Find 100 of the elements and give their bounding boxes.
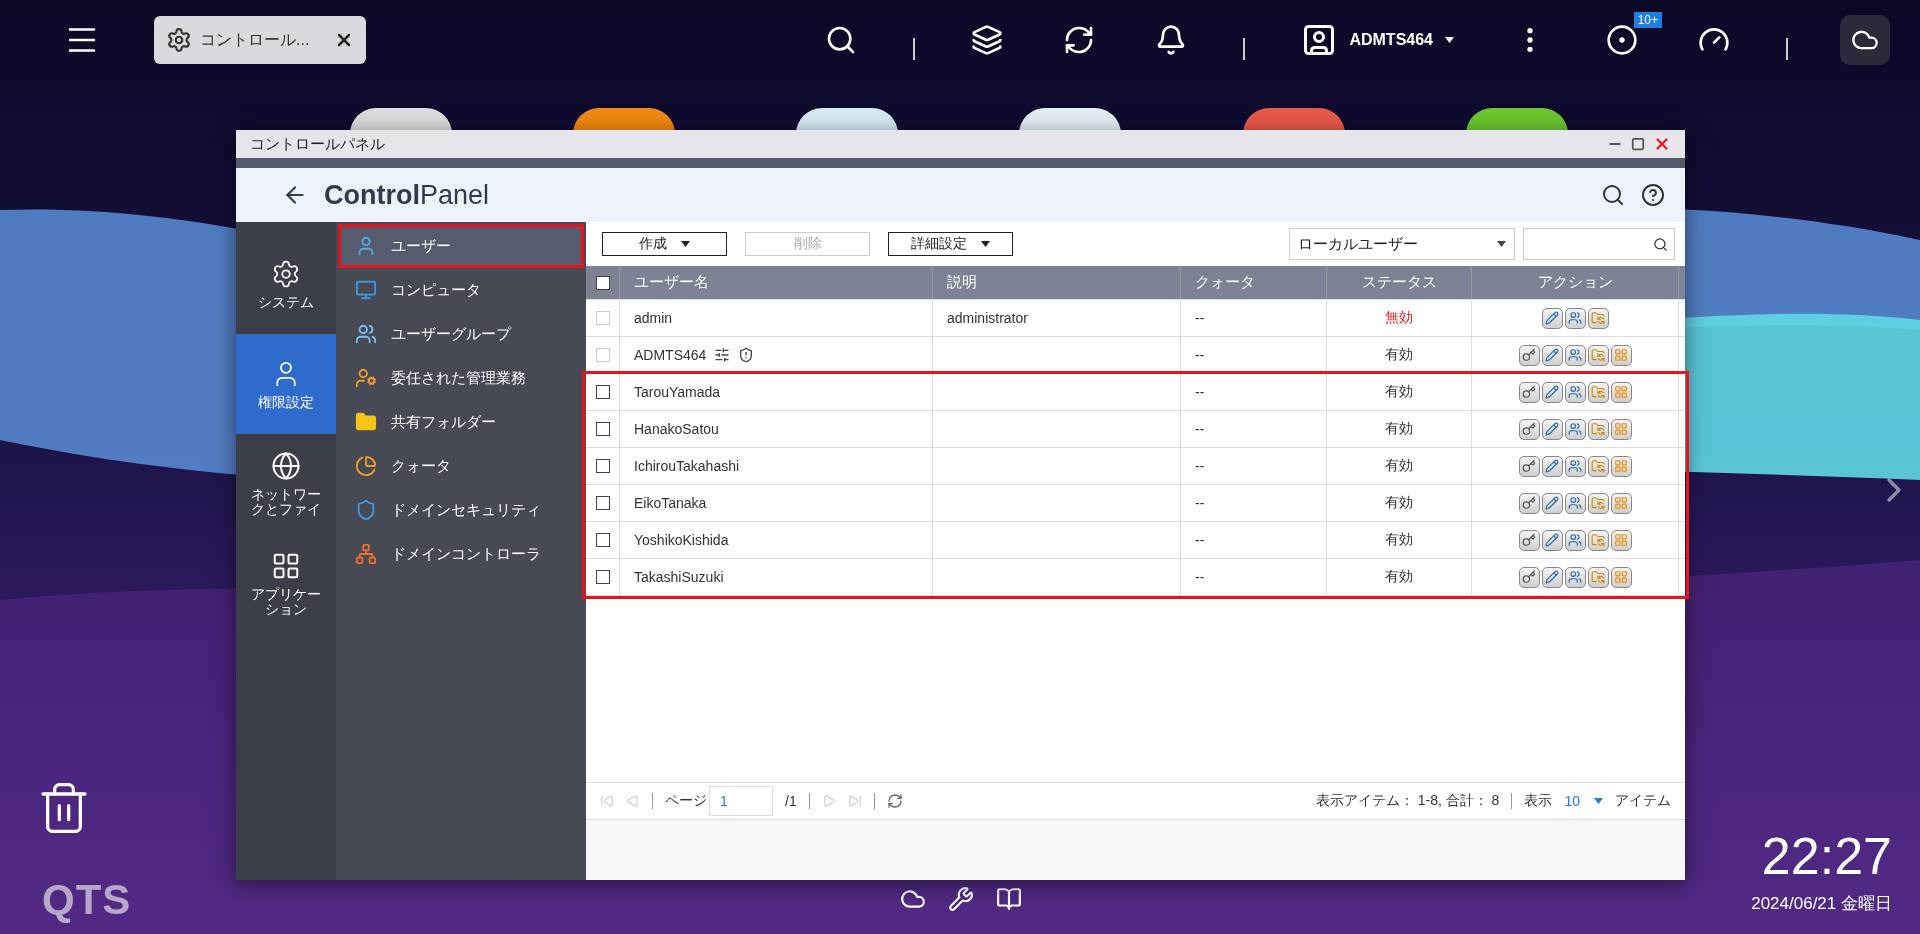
subnav-item[interactable]: ユーザー [338,224,584,268]
action-button[interactable] [1564,566,1586,588]
nav-item[interactable]: システム [236,234,336,334]
row-checkbox[interactable] [595,459,610,473]
network-icon [355,543,377,565]
action-button[interactable] [1610,566,1632,588]
table-cell: -- [1195,532,1205,548]
status-text: 有効 [1385,494,1413,512]
user-name[interactable]: ADMTS464 [1349,31,1433,49]
shield-icon [738,347,755,363]
action-button[interactable] [1541,455,1563,477]
key-icon [1522,496,1536,510]
column-header: ステータス [1327,266,1472,299]
action-button[interactable] [1564,418,1586,440]
status-text: 無効 [1385,309,1413,327]
action-button[interactable] [1587,566,1609,588]
pie-chart-icon [355,455,377,477]
row-checkbox[interactable] [595,422,610,436]
user-cog-icon [355,367,377,389]
pencil-icon [1545,385,1559,399]
action-button[interactable] [1587,492,1609,514]
users-icon [1568,496,1582,510]
action-button[interactable] [1518,492,1540,514]
action-button[interactable] [1518,418,1540,440]
action-button[interactable] [1610,381,1632,403]
caret-icon[interactable] [1445,37,1454,43]
status-text: 有効 [1385,420,1413,438]
action-button[interactable] [1587,381,1609,403]
action-button[interactable] [1541,381,1563,403]
clock-date: 2024/06/21 金曜日 [1751,893,1892,915]
action-button[interactable] [1610,529,1632,551]
folder-icon [1591,459,1605,473]
action-button[interactable] [1587,418,1609,440]
folder-icon [1591,422,1605,436]
logo-text: QTS [42,876,132,924]
refresh-icon[interactable] [886,793,903,809]
cloud-button[interactable] [1840,15,1890,65]
action-button[interactable] [1564,455,1586,477]
action-button[interactable] [1518,529,1540,551]
subnav-item[interactable]: ドメインコントローラ [338,532,584,576]
pencil-icon [1545,348,1559,362]
monitor-icon [355,279,377,301]
subnav-item[interactable]: クォータ [338,444,584,488]
key-icon [1522,348,1536,362]
search-field[interactable] [1523,228,1675,260]
sliders-icon [714,347,731,363]
table-cell: admin [634,310,673,326]
subnav-item[interactable]: 共有フォルダー [338,400,584,444]
app-tab[interactable]: コントロール... [154,16,366,64]
table-cell: YoshikoKishida [634,532,729,548]
app-title: ControlPanel [324,179,491,211]
search-icon[interactable] [1601,183,1625,207]
action-button[interactable] [1587,455,1609,477]
row-checkbox[interactable] [595,570,610,584]
user-filter-dropdown[interactable]: ローカルユーザー [1289,228,1515,260]
action-button[interactable] [1610,418,1632,440]
action-button[interactable] [1610,492,1632,514]
action-button[interactable] [1564,381,1586,403]
row-checkbox[interactable] [595,533,610,547]
caret-icon [1497,241,1506,247]
users-icon [1568,385,1582,399]
nav-item[interactable]: ネットワークとファイ [236,434,336,534]
pencil-icon [1545,496,1559,510]
gear-icon [166,27,192,53]
toolbar-button[interactable]: 詳細設定 [888,232,1013,256]
page-total: /1 [785,793,797,809]
action-button[interactable] [1518,455,1540,477]
action-button[interactable] [1587,529,1609,551]
subnav-item[interactable]: ユーザーグループ [338,312,584,356]
table-cell: HanakoSatou [634,421,719,437]
action-button[interactable] [1541,566,1563,588]
action-button[interactable] [1610,455,1632,477]
action-button[interactable] [1541,492,1563,514]
select-all-checkbox[interactable] [595,275,610,290]
page-input[interactable]: 1 [709,786,773,816]
folder-icon [1591,570,1605,584]
table-cell: -- [1195,310,1205,326]
subnav-item[interactable]: ドメインセキュリティ [338,488,584,532]
subnav-item[interactable]: コンピュータ [338,268,584,312]
nav-item[interactable]: 権限設定 [236,334,336,434]
key-icon [1522,570,1536,584]
nav-item[interactable]: アプリケーション [236,534,336,634]
action-button[interactable] [1541,418,1563,440]
row-checkbox[interactable] [595,496,610,510]
pencil-icon [1545,311,1559,325]
action-button[interactable] [1518,381,1540,403]
per-page-dropdown[interactable]: 10 [1564,793,1603,809]
window-title: コントロールパネル [250,134,386,154]
action-button[interactable] [1518,566,1540,588]
action-button[interactable] [1564,492,1586,514]
subnav-item[interactable]: 委任された管理業務 [338,356,584,400]
maximize-icon[interactable] [1631,137,1645,151]
action-button[interactable] [1541,529,1563,551]
row-checkbox[interactable] [595,385,610,399]
caret-icon [1594,798,1603,804]
grid-icon [1614,570,1628,584]
action-button[interactable] [1564,529,1586,551]
status-text: 有効 [1385,457,1413,475]
help-icon[interactable] [1641,183,1665,207]
toolbar-button[interactable]: 作成 [602,232,727,256]
